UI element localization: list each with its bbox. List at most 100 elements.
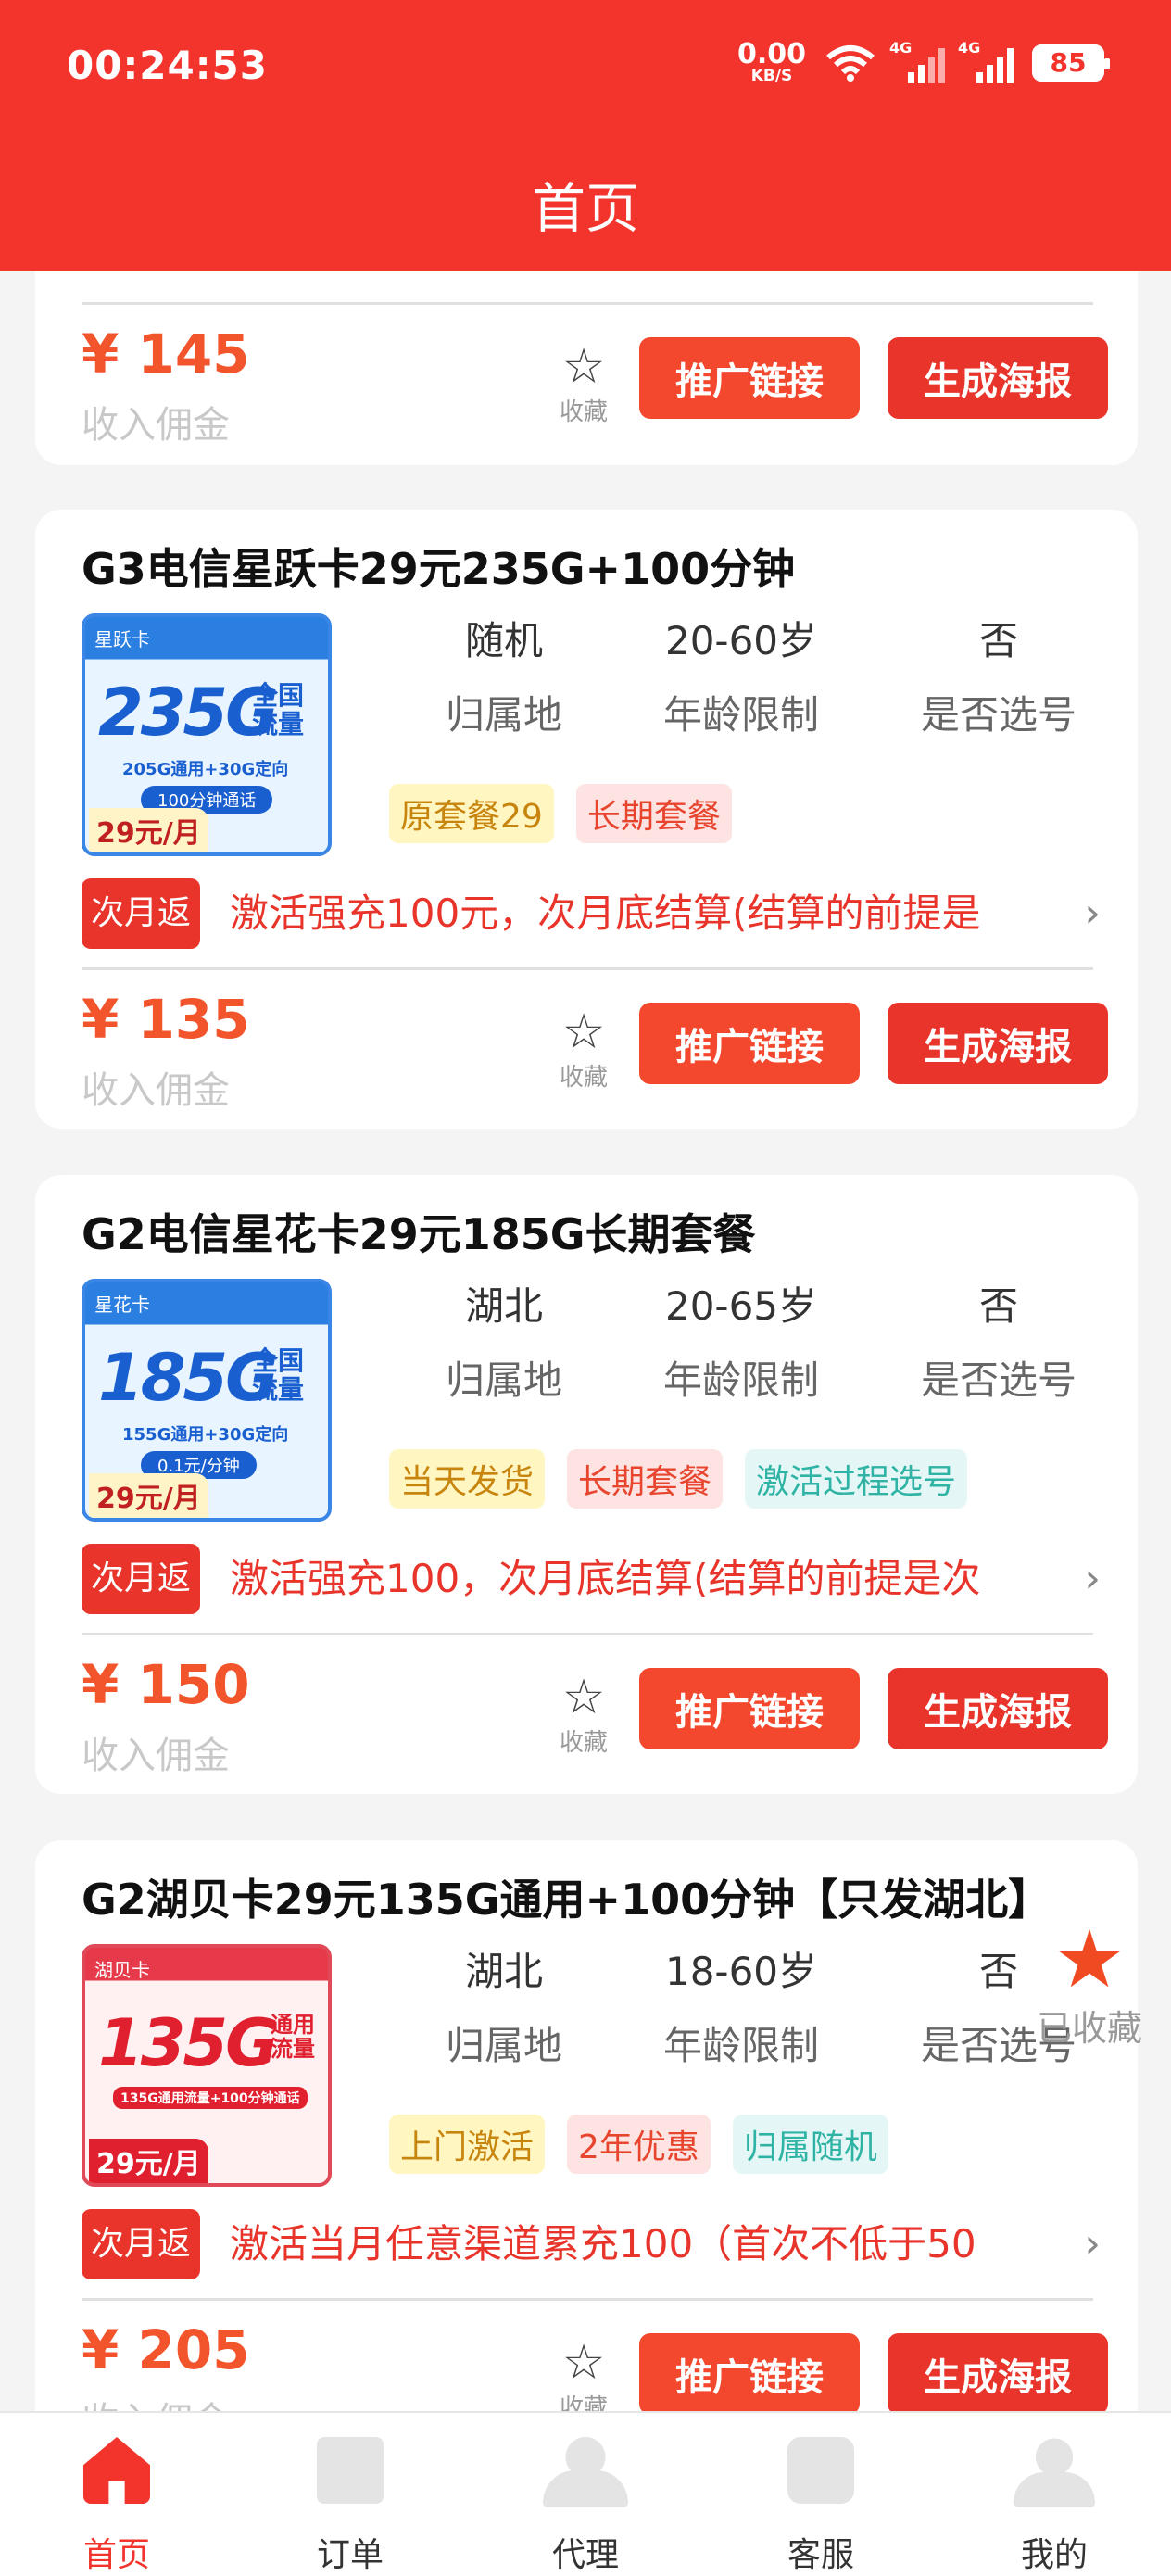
- nav-label-orders: 订单: [316, 2536, 384, 2574]
- signal-icon: 4G: [958, 39, 1014, 83]
- chevron-right-icon: ›: [1084, 890, 1101, 937]
- nav-label-service: 客服: [787, 2536, 854, 2574]
- net-speed: 0.00 KB/S: [737, 41, 806, 84]
- number-select-info: 否 是否选号: [878, 613, 1119, 743]
- rebate-text: 激活强充100，次月底结算(结算的前提是次: [230, 1556, 981, 1601]
- signal-label-1: 4G: [889, 38, 913, 57]
- tag-list: 原套餐29 长期套餐: [389, 784, 732, 843]
- product-image: 星跃卡 235G 全国 流量 205G通用+30G定向 100分钟通话 29元/月: [82, 613, 332, 856]
- order-icon: [317, 2437, 384, 2504]
- number-select-label: 是否选号: [920, 692, 1077, 738]
- promo-link-button[interactable]: 推广链接: [639, 337, 860, 419]
- thumb-side-1: 全国: [252, 1345, 305, 1376]
- net-speed-value: 0.00: [737, 38, 806, 70]
- region-info: 湖北 归属地: [384, 1944, 624, 2074]
- agent-icon-body: [543, 2470, 628, 2507]
- nav-item-mine[interactable]: 我的: [962, 2413, 1147, 2576]
- thumb-header: 湖贝卡: [94, 1959, 150, 1981]
- rebate-row[interactable]: 次月返 激活强充100，次月底结算(结算的前提是次 ›: [82, 1544, 1101, 1618]
- age-value: 20-60岁: [664, 618, 818, 663]
- star-outline-icon: ☆: [561, 339, 606, 395]
- promo-link-button[interactable]: 推广链接: [639, 1668, 860, 1749]
- star-filled-icon: ★: [1053, 1913, 1126, 2006]
- generate-poster-button[interactable]: 生成海报: [888, 2333, 1108, 2415]
- thumb-side-text: 全国 流量: [252, 680, 305, 739]
- app-header: 00:24:53 0.00 KB/S 4G 4G 85 首页: [0, 0, 1171, 271]
- rebate-badge: 次月返: [82, 2209, 200, 2279]
- thumb-side-1: 通用: [271, 2012, 315, 2038]
- nav-item-service[interactable]: 客服: [728, 2413, 913, 2576]
- product-card[interactable]: G2电信星花卡29元185G长期套餐 星花卡 185G 全国 流量 155G通用+…: [35, 1175, 1138, 1794]
- nav-label-agent: 代理: [551, 2536, 619, 2574]
- tag: 上门激活: [389, 2115, 546, 2174]
- favorite-button[interactable]: ☆ 收藏: [547, 1008, 621, 1092]
- age-info: 20-60岁 年龄限制: [621, 613, 862, 743]
- generate-poster-button[interactable]: 生成海报: [888, 337, 1108, 419]
- region-value: 湖北: [464, 1283, 543, 1329]
- rebate-badge: 次月返: [82, 878, 200, 949]
- tag: 激活过程选号: [745, 1449, 968, 1509]
- divider: [82, 302, 1093, 305]
- product-title[interactable]: G3电信星跃卡29元235G+100分钟: [82, 536, 795, 597]
- age-info: 20-65岁 年龄限制: [621, 1279, 862, 1408]
- region-info: 湖北 归属地: [384, 1279, 624, 1408]
- commission-label: 收入佣金: [82, 1069, 230, 1112]
- wifi-icon: [826, 44, 875, 82]
- nav-item-orders[interactable]: 订单: [258, 2413, 443, 2576]
- nav-item-agent[interactable]: 代理: [493, 2413, 678, 2576]
- thumb-subtitle: 135G通用流量+100分钟通话: [113, 2087, 308, 2109]
- chevron-right-icon: ›: [1084, 2220, 1101, 2267]
- collected-button[interactable]: ★ 已收藏: [1025, 1920, 1154, 2051]
- battery-icon: 85: [1032, 44, 1110, 82]
- region-info: 随机 归属地: [384, 613, 624, 743]
- thumb-subtitle: 205G通用+30G定向: [122, 760, 289, 779]
- region-label: 归属地: [445, 692, 562, 738]
- nav-item-home[interactable]: 首页: [24, 2413, 209, 2576]
- thumb-side-1: 全国: [252, 680, 305, 711]
- thumb-side-text: 通用 流量: [271, 2013, 315, 2062]
- divider: [82, 1633, 1093, 1635]
- age-label: 年龄限制: [662, 692, 819, 738]
- promo-link-button[interactable]: 推广链接: [639, 1003, 860, 1084]
- status-time: 00:24:53: [67, 43, 268, 88]
- tag: 长期套餐: [575, 784, 732, 843]
- star-outline-icon: ☆: [561, 1004, 606, 1060]
- favorite-label: 收藏: [559, 398, 608, 426]
- commission-label: 收入佣金: [82, 1735, 230, 1777]
- generate-poster-button[interactable]: 生成海报: [888, 1668, 1108, 1749]
- favorite-button[interactable]: ☆ 收藏: [547, 1673, 621, 1758]
- number-select-label: 是否选号: [920, 1357, 1077, 1403]
- rebate-badge: 次月返: [82, 1544, 200, 1614]
- product-card[interactable]: G3电信星跃卡29元235G+100分钟 星跃卡 235G 全国 流量 205G通…: [35, 510, 1138, 1129]
- thumb-price: 29元/月: [89, 2139, 208, 2183]
- commission-label: 收入佣金: [82, 404, 230, 447]
- commission-price: ¥ 145: [82, 322, 250, 385]
- rebate-text: 激活强充100元，次月底结算(结算的前提是: [230, 890, 981, 936]
- rebate-row[interactable]: 次月返 激活强充100元，次月底结算(结算的前提是 ›: [82, 878, 1101, 953]
- star-outline-icon: ☆: [561, 2335, 606, 2391]
- favorite-button[interactable]: ☆ 收藏: [547, 343, 621, 427]
- signal-icon: 4G: [889, 39, 945, 83]
- status-icons: 0.00 KB/S 4G 4G 85: [737, 39, 1110, 84]
- rebate-row[interactable]: 次月返 激活当月任意渠道累充100（首次不低于50 ›: [82, 2209, 1101, 2283]
- commission-price: ¥ 135: [82, 988, 250, 1051]
- number-select-value: 否: [978, 1283, 1018, 1329]
- thumb-data-amount: 235G: [98, 675, 279, 751]
- product-title[interactable]: G2电信星花卡29元185G长期套餐: [82, 1201, 756, 1262]
- product-card[interactable]: G2湖贝卡29元135G通用+100分钟【只发湖北】 湖贝卡 135G 通用 流量…: [35, 1840, 1138, 2489]
- tag: 归属随机: [732, 2115, 888, 2174]
- region-label: 归属地: [445, 2023, 562, 2068]
- bottom-nav: 首页 订单 代理 客服 我的: [0, 2411, 1171, 2576]
- thumb-header: 星跃卡: [94, 628, 150, 650]
- product-title[interactable]: G2湖贝卡29元135G通用+100分钟【只发湖北】: [82, 1866, 1051, 1927]
- generate-poster-button[interactable]: 生成海报: [888, 1003, 1108, 1084]
- number-select-info: 否 是否选号: [878, 1279, 1119, 1408]
- thumb-price: 29元/月: [89, 808, 208, 852]
- region-value: 随机: [464, 618, 543, 663]
- thumb-subtitle: 155G通用+30G定向: [122, 1425, 289, 1445]
- tag: 长期套餐: [567, 1449, 724, 1509]
- net-speed-unit: KB/S: [750, 67, 793, 85]
- favorite-label: 收藏: [559, 1729, 608, 1757]
- tag-list: 当天发货 长期套餐 激活过程选号: [389, 1449, 968, 1509]
- promo-link-button[interactable]: 推广链接: [639, 2333, 860, 2415]
